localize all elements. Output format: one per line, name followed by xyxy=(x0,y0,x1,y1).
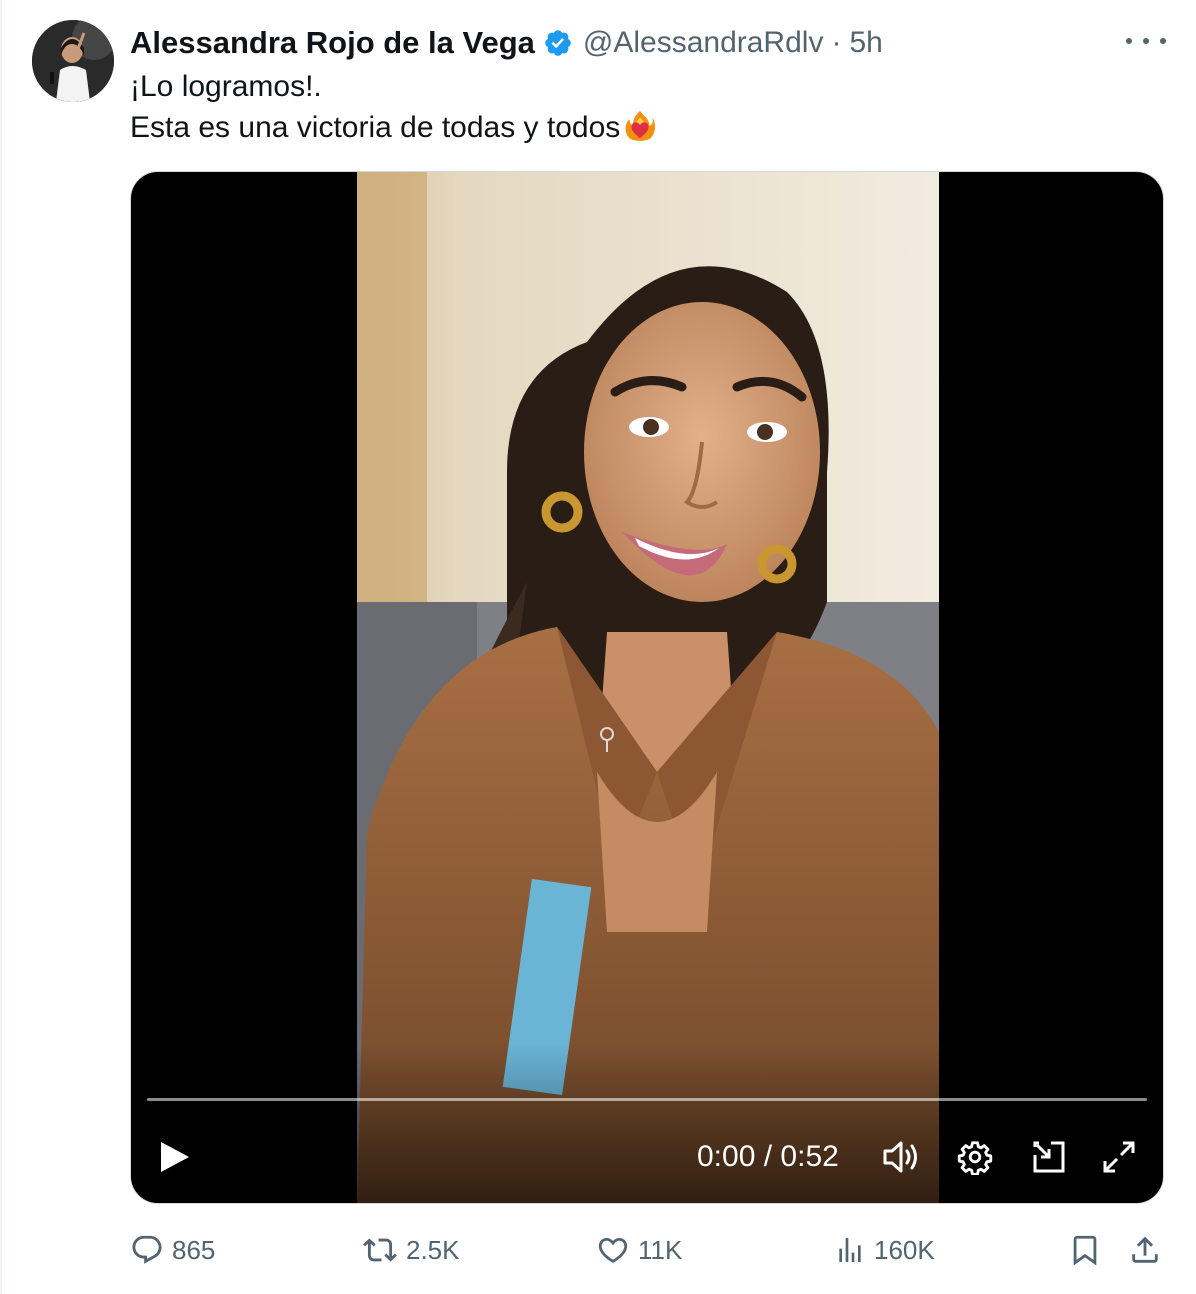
like-button[interactable]: 11K xyxy=(596,1226,682,1274)
play-button[interactable] xyxy=(155,1132,195,1182)
speaker-icon xyxy=(883,1141,917,1173)
fullscreen-button[interactable] xyxy=(1097,1132,1141,1182)
picture-in-picture-button[interactable] xyxy=(1027,1132,1071,1182)
reply-count: 865 xyxy=(172,1234,216,1265)
gear-icon xyxy=(957,1141,993,1175)
repost-count: 2.5K xyxy=(406,1234,460,1265)
heart-on-fire-icon xyxy=(625,110,656,141)
verified-badge-icon[interactable] xyxy=(543,28,573,58)
video-player[interactable]: 0:00 / 0:52 xyxy=(130,171,1164,1204)
tweet-text-line-2-wrapper: Esta es una victoria de todas y todos xyxy=(130,107,657,148)
author-handle[interactable]: @AlessandraRdlv xyxy=(583,26,824,60)
tweet-text-line-1: ¡Lo logramos!. xyxy=(130,70,322,103)
header-separator: · xyxy=(831,26,842,59)
author-name[interactable]: Alessandra Rojo de la Vega xyxy=(130,25,535,61)
analytics-icon xyxy=(839,1238,861,1262)
controls-overlay xyxy=(131,1043,1163,1203)
picture-in-picture-icon xyxy=(1033,1141,1065,1173)
tweet-text: ¡Lo logramos!. Esta es una victoria de t… xyxy=(130,66,657,148)
avatar-photo xyxy=(32,20,114,102)
timeline-divider xyxy=(0,0,2,1294)
view-count: 160K xyxy=(874,1234,935,1265)
views-button[interactable]: 160K xyxy=(834,1226,935,1274)
current-time: 0:00 xyxy=(697,1140,756,1173)
bookmark-button[interactable] xyxy=(1068,1226,1110,1274)
avatar[interactable] xyxy=(32,20,114,102)
time-separator: / xyxy=(763,1140,773,1173)
tweet-header: Alessandra Rojo de la Vega @AlessandraRd… xyxy=(130,22,883,64)
share-icon xyxy=(1132,1236,1158,1263)
action-bar: 865 2.5K 11K 160K xyxy=(130,1226,1166,1274)
video-scrubber[interactable] xyxy=(147,1098,1147,1101)
heart-icon xyxy=(598,1237,628,1263)
bookmark-icon xyxy=(1073,1235,1097,1266)
share-button[interactable] xyxy=(1128,1226,1170,1274)
repost-button[interactable]: 2.5K xyxy=(362,1226,460,1274)
repost-icon xyxy=(363,1238,397,1262)
duration: 0:52 xyxy=(780,1140,839,1173)
play-icon xyxy=(161,1142,189,1172)
tweet-text-line-2: Esta es una victoria de todas y todos xyxy=(130,111,621,144)
time-readout: 0:00 / 0:52 xyxy=(697,1132,839,1182)
tweet-card[interactable]: Alessandra Rojo de la Vega @AlessandraRd… xyxy=(0,0,1196,1294)
reply-button[interactable]: 865 xyxy=(130,1226,215,1274)
more-options-icon[interactable] xyxy=(1126,26,1166,56)
like-count: 11K xyxy=(638,1234,683,1265)
reply-icon xyxy=(132,1235,162,1264)
tweet-timestamp[interactable]: 5h xyxy=(849,26,882,60)
volume-button[interactable] xyxy=(879,1132,923,1182)
fullscreen-icon xyxy=(1103,1141,1135,1173)
settings-button[interactable] xyxy=(953,1132,997,1182)
